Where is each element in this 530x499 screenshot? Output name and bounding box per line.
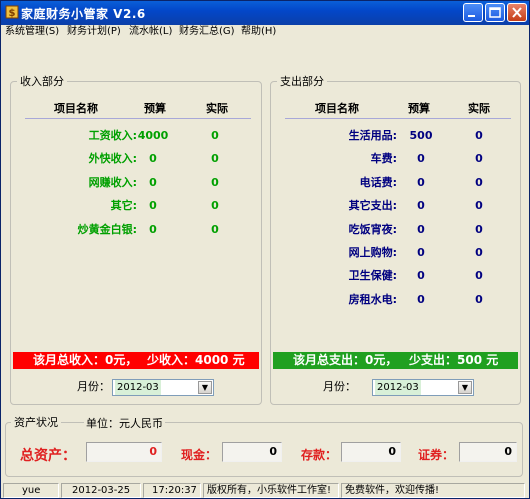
menu-ledger[interactable]: 流水帐(L) — [129, 25, 172, 39]
expense-row-budget: 0 — [417, 293, 425, 306]
income-row-label: 其它: — [110, 199, 137, 212]
income-row-label: 外快收入: — [88, 152, 137, 165]
income-month-label: 月份： — [77, 380, 110, 393]
assets-unit: 单位：元人民币 — [84, 417, 165, 431]
menu-plan[interactable]: 财务计划(P) — [67, 25, 121, 39]
expense-row-actual: 0 — [475, 246, 483, 259]
expense-summary-shortfall: 少支出：500 元 — [409, 353, 499, 367]
income-row-actual: 0 — [211, 199, 219, 212]
expense-row-actual: 0 — [475, 152, 483, 165]
window-title: 家庭财务小管家 V2.6 — [21, 7, 146, 21]
income-row-actual: 0 — [211, 223, 219, 236]
income-summary-shortfall: 少收入：4000 元 — [147, 353, 245, 367]
main-window: $ 家庭财务小管家 V2.6 系统管理(S) 财务计划(P) 流水帐(L) 财务… — [0, 0, 530, 499]
expense-header-name: 项目名称 — [315, 102, 359, 115]
maximize-icon — [489, 7, 501, 18]
total-assets-label: 总资产： — [20, 448, 76, 464]
expense-row-label: 生活用品: — [348, 129, 397, 142]
title-bar[interactable]: $ 家庭财务小管家 V2.6 — [1, 1, 529, 25]
expense-row-actual: 0 — [475, 199, 483, 212]
minimize-icon — [468, 15, 475, 17]
menu-bar: 系统管理(S) 财务计划(P) 流水帐(L) 财务汇总(G) 帮助(H) — [1, 25, 529, 39]
expense-group: 支出部分 项目名称 预算 实际 生活用品: 500 0 车费: 0 0 电话费:… — [270, 75, 521, 405]
income-row-actual: 0 — [211, 129, 219, 142]
total-assets-field[interactable]: 0 — [86, 442, 162, 462]
status-date: 2012-03-25 — [61, 483, 141, 498]
assets-legend: 资产状况 — [11, 416, 61, 429]
expense-row-actual: 0 — [475, 223, 483, 236]
status-bar: yue 2012-03-25 17:20:37 版权所有，小乐软件工作室! 免费… — [1, 482, 529, 498]
expense-summary-total: 该月总支出：0元， — [293, 353, 398, 367]
status-copyright: 版权所有，小乐软件工作室! — [203, 483, 339, 498]
income-row-actual: 0 — [211, 152, 219, 165]
expense-legend: 支出部分 — [277, 75, 327, 88]
income-row-label: 网赚收入: — [88, 176, 137, 189]
cash-label: 现金： — [181, 448, 218, 462]
income-row-budget: 0 — [149, 176, 157, 189]
expense-row-budget: 0 — [417, 223, 425, 236]
expense-header-divider — [285, 118, 511, 119]
close-button[interactable] — [507, 3, 527, 22]
income-month-value: 2012-03 — [115, 380, 161, 395]
income-summary-bar: 该月总收入：0元， 少收入：4000 元 — [13, 352, 259, 369]
income-row-label: 工资收入: — [88, 129, 137, 142]
app-icon: $ — [5, 5, 19, 19]
cash-field[interactable]: 0 — [222, 442, 282, 462]
securities-label: 证券： — [418, 448, 455, 462]
income-legend: 收入部分 — [17, 75, 67, 88]
expense-header-budget: 预算 — [408, 102, 430, 115]
income-header-actual: 实际 — [206, 102, 228, 115]
expense-row-label: 其它支出: — [348, 199, 397, 212]
status-time: 17:20:37 — [143, 483, 201, 498]
assets-group: 资产状况 单位：元人民币 总资产： 0 现金： 0 存款： 0 证券： 0 — [5, 416, 523, 477]
chevron-down-icon[interactable]: ▼ — [198, 381, 212, 394]
close-icon — [512, 7, 522, 18]
income-summary-total: 该月总收入：0元， — [33, 353, 138, 367]
income-group: 收入部分 项目名称 预算 实际 工资收入: 4000 0 外快收入: 0 0 网… — [10, 75, 262, 405]
minimize-button[interactable] — [463, 3, 483, 22]
expense-row-actual: 0 — [475, 129, 483, 142]
income-row-budget: 0 — [149, 199, 157, 212]
expense-row-label: 车费: — [370, 152, 397, 165]
income-header-budget: 预算 — [144, 102, 166, 115]
expense-row-label: 房租水电: — [348, 293, 397, 306]
expense-row-budget: 500 — [409, 129, 433, 142]
expense-row-label: 网上购物: — [348, 246, 397, 259]
maximize-button[interactable] — [485, 3, 505, 22]
expense-row-actual: 0 — [475, 293, 483, 306]
menu-help[interactable]: 帮助(H) — [241, 25, 276, 39]
menu-system[interactable]: 系统管理(S) — [5, 25, 59, 39]
expense-month-value: 2012-03 — [375, 380, 421, 395]
menu-summary[interactable]: 财务汇总(G) — [179, 25, 235, 39]
status-user: yue — [3, 483, 59, 498]
status-message: 免费软件，欢迎传播! — [341, 483, 525, 498]
deposit-field[interactable]: 0 — [341, 442, 401, 462]
svg-text:$: $ — [9, 8, 16, 19]
income-row-label: 炒黄金白银: — [77, 223, 137, 236]
securities-field[interactable]: 0 — [459, 442, 517, 462]
expense-row-actual: 0 — [475, 176, 483, 189]
expense-row-label: 电话费: — [359, 176, 397, 189]
income-row-budget: 4000 — [137, 129, 169, 142]
income-header-name: 项目名称 — [54, 102, 98, 115]
expense-header-actual: 实际 — [468, 102, 490, 115]
income-month-select[interactable]: 2012-03 ▼ — [112, 379, 214, 396]
expense-row-budget: 0 — [417, 176, 425, 189]
expense-row-budget: 0 — [417, 246, 425, 259]
deposit-label: 存款： — [301, 448, 338, 462]
income-header-divider — [25, 118, 251, 119]
expense-row-budget: 0 — [417, 152, 425, 165]
expense-row-label: 卫生保健: — [348, 269, 397, 282]
expense-row-budget: 0 — [417, 199, 425, 212]
expense-month-select[interactable]: 2012-03 ▼ — [372, 379, 474, 396]
expense-row-budget: 0 — [417, 269, 425, 282]
income-row-budget: 0 — [149, 223, 157, 236]
income-row-actual: 0 — [211, 176, 219, 189]
expense-month-label: 月份： — [323, 380, 356, 393]
expense-row-label: 吃饭宵夜: — [348, 223, 397, 236]
income-row-budget: 0 — [149, 152, 157, 165]
expense-row-actual: 0 — [475, 269, 483, 282]
expense-summary-bar: 该月总支出：0元， 少支出：500 元 — [273, 352, 518, 369]
chevron-down-icon[interactable]: ▼ — [458, 381, 472, 394]
